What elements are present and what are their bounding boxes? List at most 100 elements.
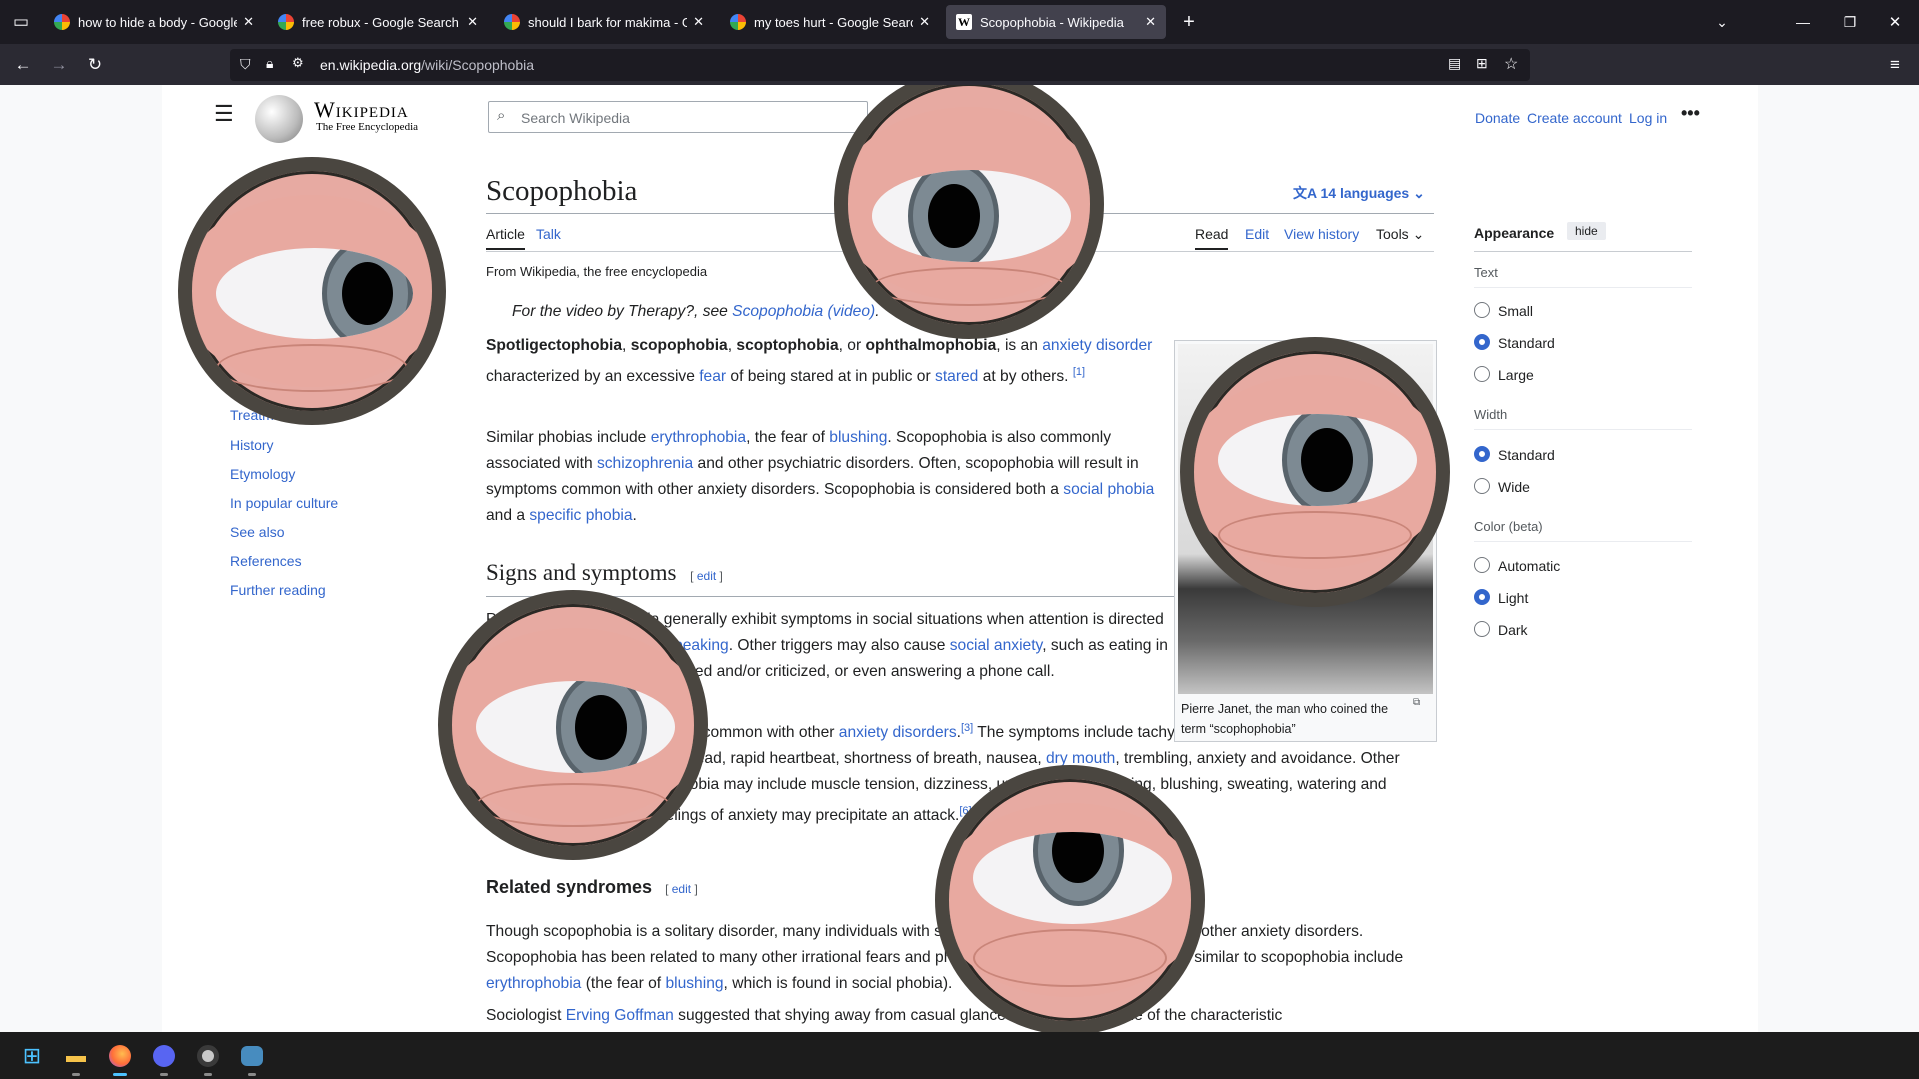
reader-view-icon[interactable]: ▤ <box>1448 55 1461 72</box>
tab-title: how to hide a body - Google Se <box>78 14 238 30</box>
file-explorer-icon[interactable]: ▬ <box>60 1040 92 1076</box>
toc-item-see-also[interactable]: See also <box>230 524 284 540</box>
tab-2[interactable]: free robux - Google Search ✕ <box>268 5 488 39</box>
radio-width-wide[interactable] <box>1474 478 1490 494</box>
toc-item-history[interactable]: History <box>230 437 274 453</box>
permissions-icon[interactable]: ⚙ <box>292 55 304 71</box>
web-page: ☰ Wikipedia The Free Encyclopedia ⌕ Sear… <box>0 85 1919 1032</box>
close-icon[interactable]: ✕ <box>919 14 930 30</box>
hatnote: For the video by Therapy?, see Scopophob… <box>512 303 880 320</box>
godot-icon[interactable] <box>236 1040 268 1076</box>
lid-crease <box>973 929 1167 988</box>
wikipedia-wordmark[interactable]: Wikipedia <box>314 97 409 123</box>
pupil <box>1301 427 1354 492</box>
image-caption: Pierre Janet, the man who coined the ter… <box>1181 702 1389 736</box>
tab-strip: ▭ how to hide a body - Google Se ✕ free … <box>0 0 1919 44</box>
toc-item-etymology[interactable]: Etymology <box>230 466 295 482</box>
eye-white <box>872 170 1071 263</box>
language-button[interactable]: 文A 14 languages ⌄ <box>1293 183 1425 203</box>
radio-text-small[interactable] <box>1474 302 1490 318</box>
tab-4[interactable]: my toes hurt - Google Search ✕ <box>720 5 940 39</box>
login-link[interactable]: Log in <box>1629 110 1667 126</box>
tab-read[interactable]: Read <box>1195 226 1229 250</box>
toc-item-references[interactable]: References <box>230 553 302 569</box>
tab-3[interactable]: should I bark for makima - Goo ✕ <box>494 5 714 39</box>
close-icon[interactable]: ✕ <box>467 14 478 30</box>
donate-link[interactable]: Donate <box>1475 110 1520 126</box>
page-title: Scopophobia <box>486 175 638 207</box>
tab-title: should I bark for makima - Goo <box>528 14 688 30</box>
radio-label: Dark <box>1498 622 1528 638</box>
main-menu-icon[interactable]: ☰ <box>214 101 234 127</box>
edit-section-link[interactable]: edit <box>697 569 716 583</box>
hatnote-link[interactable]: Scopophobia (video) <box>732 303 875 320</box>
shield-icon[interactable]: ⛉ <box>240 56 251 73</box>
appearance-hide-button[interactable]: hide <box>1567 222 1606 240</box>
tab-edit[interactable]: Edit <box>1245 226 1269 242</box>
create-account-link[interactable]: Create account <box>1527 110 1622 126</box>
url-text: en.wikipedia.org/wiki/Scopophobia <box>320 57 535 73</box>
pupil <box>575 695 628 760</box>
eye-white <box>1218 413 1417 506</box>
radio-label: Large <box>1498 367 1534 383</box>
lock-icon[interactable]: 🔒︎ <box>266 55 273 72</box>
eye-overlay-3 <box>1180 337 1450 607</box>
radio-label: Standard <box>1498 335 1555 351</box>
close-icon[interactable]: ✕ <box>693 14 704 30</box>
search-box[interactable]: ⌕ Search Wikipedia <box>488 101 868 133</box>
radio-label: Small <box>1498 303 1534 319</box>
radio-text-large[interactable] <box>1474 366 1490 382</box>
tab-talk[interactable]: Talk <box>536 226 561 242</box>
running-indicator <box>113 1073 127 1076</box>
back-icon[interactable]: ← <box>10 52 36 78</box>
edit-section-link[interactable]: edit <box>672 882 691 896</box>
tab-5[interactable]: W Scopophobia - Wikipedia ✕ <box>946 5 1166 39</box>
iris <box>907 170 1000 263</box>
similar-phobias-paragraph: Similar phobias include erythrophobia, t… <box>486 429 1155 524</box>
tab-title: Scopophobia - Wikipedia <box>980 14 1124 30</box>
radio-color-dark[interactable] <box>1474 621 1490 637</box>
tools-dropdown[interactable]: Tools ⌄ <box>1376 226 1424 243</box>
tab-list-icon[interactable]: ▭ <box>8 9 34 35</box>
lid-crease <box>872 266 1066 306</box>
radio-color-light[interactable] <box>1474 589 1490 605</box>
google-icon <box>54 14 70 30</box>
minimize-icon[interactable]: — <box>1790 9 1816 35</box>
address-bar[interactable]: ⛉ 🔒︎ ⚙ en.wikipedia.org/wiki/Scopophobia… <box>230 49 1530 81</box>
divider <box>1474 541 1692 542</box>
radio-width-standard[interactable] <box>1474 446 1490 462</box>
toc-item-popular-culture[interactable]: In popular culture <box>230 495 338 511</box>
chevron-down-icon[interactable]: ⌄ <box>1709 9 1735 35</box>
menu-icon[interactable]: ≡ <box>1882 52 1908 78</box>
tab-1[interactable]: how to hide a body - Google Se ✕ <box>44 5 264 39</box>
forward-icon[interactable]: → <box>46 52 72 78</box>
width-label: Width <box>1474 407 1508 422</box>
iris <box>1032 832 1124 906</box>
restore-icon[interactable]: ❐ <box>1837 9 1863 35</box>
enlarge-icon[interactable]: ⧉ <box>1413 697 1420 708</box>
translate-icon: 文A <box>1293 185 1317 201</box>
toc-item-further-reading[interactable]: Further reading <box>230 582 326 598</box>
install-app-icon[interactable]: ⊞ <box>1476 55 1488 72</box>
obs-icon[interactable] <box>192 1040 224 1076</box>
more-options-icon[interactable]: ••• <box>1681 103 1700 124</box>
tab-view-history[interactable]: View history <box>1284 226 1359 242</box>
radio-label: Wide <box>1498 479 1530 495</box>
eye-overlay-1 <box>178 157 446 425</box>
running-indicator <box>160 1073 168 1076</box>
search-icon: ⌕ <box>497 107 506 124</box>
search-input[interactable]: Search Wikipedia <box>521 110 630 126</box>
wikipedia-globe-logo[interactable] <box>255 95 303 143</box>
firefox-icon[interactable] <box>104 1040 136 1076</box>
radio-color-automatic[interactable] <box>1474 557 1490 573</box>
close-icon[interactable]: ✕ <box>1145 14 1156 30</box>
windows-start-icon[interactable]: ⊞ <box>16 1040 48 1072</box>
discord-icon[interactable] <box>148 1040 180 1076</box>
close-icon[interactable]: ✕ <box>243 14 254 30</box>
radio-text-standard[interactable] <box>1474 334 1490 350</box>
new-tab-icon[interactable]: + <box>1176 9 1202 35</box>
tab-article[interactable]: Article <box>486 226 525 250</box>
bookmark-star-icon[interactable]: ☆ <box>1504 54 1518 74</box>
close-window-icon[interactable]: ✕ <box>1882 9 1908 35</box>
reload-icon[interactable]: ↻ <box>82 52 108 78</box>
